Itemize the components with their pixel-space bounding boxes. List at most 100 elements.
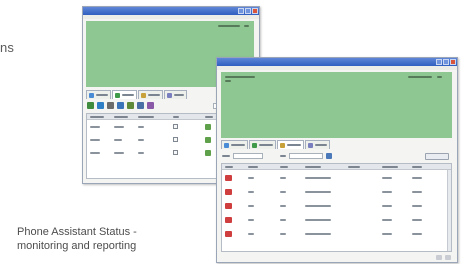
row-checkbox[interactable] bbox=[173, 137, 178, 142]
cell bbox=[305, 233, 331, 235]
tab-1[interactable] bbox=[221, 140, 248, 149]
cell bbox=[412, 205, 422, 207]
minimize-button[interactable] bbox=[436, 59, 442, 65]
calendar-icon[interactable] bbox=[326, 153, 332, 159]
cell bbox=[248, 191, 254, 193]
title-bar[interactable] bbox=[217, 58, 457, 66]
column-header[interactable] bbox=[382, 166, 398, 168]
tab-label bbox=[96, 94, 108, 96]
cell bbox=[280, 177, 286, 179]
minimize-button[interactable] bbox=[238, 8, 244, 14]
tab-1[interactable] bbox=[86, 90, 111, 99]
cell bbox=[248, 177, 254, 179]
green-status-icon bbox=[205, 150, 211, 156]
tool-icon[interactable] bbox=[117, 102, 124, 109]
tab-label bbox=[259, 144, 273, 146]
phone-icon bbox=[225, 189, 232, 195]
column-header[interactable] bbox=[114, 116, 128, 118]
tab-3[interactable] bbox=[138, 90, 163, 99]
cell bbox=[412, 233, 422, 235]
green-status-icon bbox=[205, 137, 211, 143]
tab-strip bbox=[86, 90, 187, 99]
row-checkbox[interactable] bbox=[173, 150, 178, 155]
tool-icon[interactable] bbox=[97, 102, 104, 109]
cell bbox=[280, 205, 286, 207]
tool-icon[interactable] bbox=[147, 102, 154, 109]
tab-4[interactable] bbox=[164, 90, 187, 99]
tool-icon[interactable] bbox=[107, 102, 114, 109]
menu-bar[interactable] bbox=[83, 15, 259, 19]
tool-icon[interactable] bbox=[127, 102, 134, 109]
tab-2[interactable] bbox=[249, 140, 276, 149]
close-button[interactable] bbox=[252, 8, 258, 14]
cell bbox=[280, 233, 286, 235]
cell bbox=[90, 152, 100, 154]
column-header[interactable] bbox=[205, 116, 213, 118]
log-row[interactable] bbox=[222, 214, 445, 227]
filter-label bbox=[222, 155, 230, 157]
status-indicator-mark bbox=[437, 76, 442, 78]
tab-icon bbox=[252, 142, 257, 148]
tab-icon bbox=[141, 92, 146, 98]
row-checkbox[interactable] bbox=[173, 124, 178, 129]
menu-bar[interactable] bbox=[217, 66, 457, 70]
tab-3[interactable] bbox=[277, 140, 304, 149]
tab-label bbox=[148, 94, 160, 96]
column-header[interactable] bbox=[225, 166, 233, 168]
column-header[interactable] bbox=[305, 166, 321, 168]
tab-label bbox=[122, 94, 134, 96]
log-row[interactable] bbox=[222, 228, 445, 241]
apply-filter-button[interactable] bbox=[425, 153, 449, 160]
maximize-button[interactable] bbox=[245, 8, 251, 14]
filter-select[interactable] bbox=[233, 153, 263, 159]
column-header[interactable] bbox=[248, 166, 258, 168]
column-header[interactable] bbox=[280, 166, 288, 168]
cell bbox=[114, 126, 124, 128]
log-row[interactable] bbox=[222, 200, 445, 213]
tab-4[interactable] bbox=[305, 140, 330, 149]
status-text-line bbox=[225, 80, 231, 82]
cell bbox=[248, 205, 254, 207]
cell bbox=[305, 219, 331, 221]
tool-icon[interactable] bbox=[137, 102, 144, 109]
vertical-scrollbar[interactable] bbox=[447, 170, 451, 251]
column-header[interactable] bbox=[173, 116, 179, 118]
cell bbox=[114, 152, 124, 154]
cell bbox=[382, 233, 392, 235]
tab-2[interactable] bbox=[112, 90, 137, 99]
column-header[interactable] bbox=[412, 166, 422, 168]
list-header bbox=[222, 164, 451, 170]
cell bbox=[280, 219, 286, 221]
tab-icon bbox=[224, 142, 229, 148]
cell bbox=[90, 139, 100, 141]
tab-icon bbox=[280, 142, 285, 148]
column-header[interactable] bbox=[348, 166, 360, 168]
cell bbox=[305, 191, 331, 193]
cell bbox=[412, 177, 422, 179]
status-text-line bbox=[408, 76, 432, 78]
column-header[interactable] bbox=[138, 116, 154, 118]
tab-icon bbox=[167, 92, 172, 98]
cell bbox=[280, 191, 286, 193]
cell bbox=[382, 219, 392, 221]
phone-icon bbox=[225, 175, 232, 181]
filter-select[interactable] bbox=[289, 153, 323, 159]
toolbar bbox=[87, 102, 154, 109]
call-log-list bbox=[221, 163, 452, 252]
status-bar-icon bbox=[436, 255, 442, 260]
maximize-button[interactable] bbox=[443, 59, 449, 65]
tab-icon bbox=[308, 142, 313, 148]
log-row[interactable] bbox=[222, 186, 445, 199]
close-button[interactable] bbox=[450, 59, 456, 65]
cell bbox=[248, 233, 254, 235]
cell bbox=[138, 152, 144, 154]
title-bar[interactable] bbox=[83, 7, 259, 15]
log-row[interactable] bbox=[222, 172, 445, 185]
tool-icon[interactable] bbox=[87, 102, 94, 109]
cell bbox=[382, 191, 392, 193]
status-indicator-mark bbox=[244, 25, 249, 27]
column-header[interactable] bbox=[90, 116, 104, 118]
status-bar-icon bbox=[445, 255, 451, 260]
cell bbox=[248, 219, 254, 221]
status-window-front bbox=[216, 57, 458, 263]
